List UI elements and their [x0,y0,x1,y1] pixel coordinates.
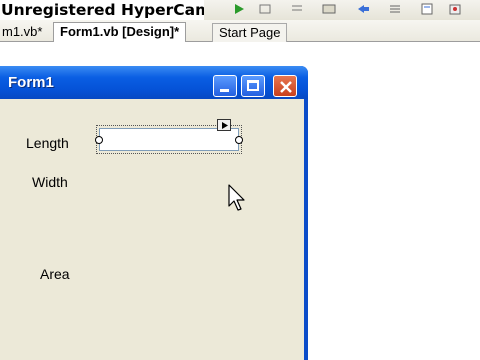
smart-tag-button[interactable] [217,119,231,131]
resize-handle-right[interactable] [235,136,243,144]
hypercam-watermark: Unregistered HyperCam [0,0,204,21]
minimize-button[interactable] [213,75,237,97]
document-tabstrip: m1.vb* Form1.vb [Design]* Start Page [0,20,480,42]
toolbar-icon[interactable] [388,2,402,14]
run-icon[interactable] [232,2,246,14]
length-textbox[interactable] [99,128,239,151]
form-titlebar[interactable]: Form1 [0,66,308,99]
toolbar-icon[interactable] [322,2,336,14]
width-label[interactable]: Width [32,174,68,190]
smart-tag-arrow-icon [222,122,228,129]
tab-form1-code[interactable]: m1.vb* [0,23,48,42]
form-client-area[interactable]: Length Width Area [0,99,304,360]
resize-handle-left[interactable] [95,136,103,144]
form-title: Form1 [8,74,54,91]
close-icon [280,81,292,93]
toolbar-icon[interactable] [258,2,272,14]
maximize-icon [247,80,259,91]
mouse-cursor-icon [228,184,245,211]
close-button[interactable] [273,75,297,97]
toolbar-icon[interactable] [290,2,304,14]
area-label[interactable]: Area [40,266,70,282]
maximize-button[interactable] [241,75,265,97]
form-window[interactable]: Form1 Length Width Area [0,66,308,360]
length-label[interactable]: Length [26,135,69,151]
tab-form1-design[interactable]: Form1.vb [Design]* [53,22,187,42]
toolbar-icon[interactable] [420,2,434,15]
tab-start-page[interactable]: Start Page [212,23,288,42]
minimize-icon [220,89,229,92]
toolbar-icon[interactable] [448,2,462,15]
toolbar-icon[interactable] [356,2,370,14]
